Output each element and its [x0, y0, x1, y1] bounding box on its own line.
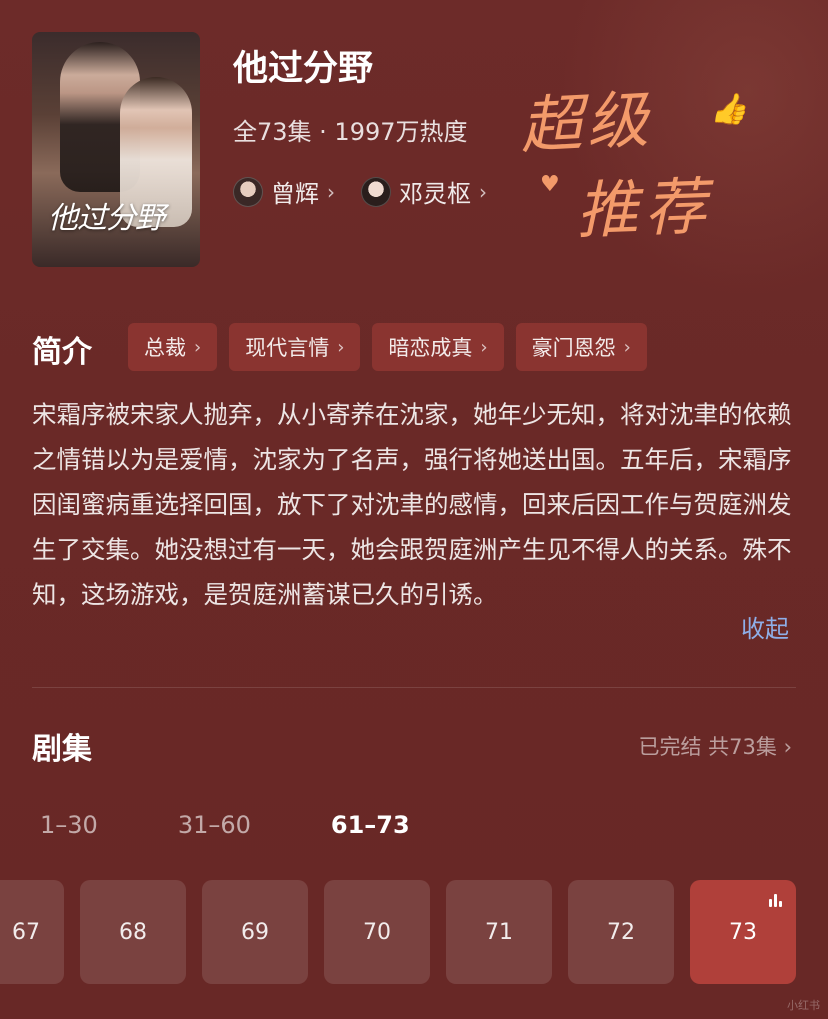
synopsis-text: 宋霜序被宋家人抛弃，从小寄养在沈家，她年少无知，将对沈聿的依赖之情错以为是爱情，…	[32, 400, 792, 609]
cast-name: 曾辉	[271, 180, 319, 208]
tab-range-2[interactable]: 31–60	[178, 811, 251, 839]
drama-title: 他过分野	[233, 49, 374, 89]
poster-title: 他过分野	[48, 201, 165, 236]
episode-button[interactable]: 72	[568, 880, 674, 984]
drama-poster[interactable]: 他过分野	[32, 32, 200, 267]
handwritten-annotation: 超级 👍 ♥ 推荐	[518, 72, 760, 248]
tag-label: 豪门恩怨	[531, 336, 616, 360]
tab-range-1[interactable]: 1–30	[40, 811, 98, 839]
episode-button[interactable]: 68	[80, 880, 186, 984]
cast-item[interactable]: 曾辉 ›	[233, 174, 335, 209]
tag-label: 总裁	[144, 336, 186, 360]
episode-number: 67	[12, 919, 40, 945]
collapse-link[interactable]: 收起	[741, 609, 789, 644]
heart-icon: ♥	[540, 172, 560, 197]
tab-range-3[interactable]: 61–73	[331, 811, 410, 839]
episode-number: 71	[485, 919, 513, 945]
episode-number: 70	[363, 919, 391, 945]
tag-label: 现代言情	[245, 336, 330, 360]
episode-button[interactable]: 71	[446, 880, 552, 984]
episode-number: 68	[119, 919, 147, 945]
drama-meta: 全73集 · 1997万热度	[233, 118, 468, 146]
episode-number: 69	[241, 919, 269, 945]
watermark: 小红书	[787, 999, 820, 1012]
intro-heading: 简介	[32, 335, 92, 370]
tag-item[interactable]: 现代言情 ›	[229, 323, 361, 371]
tag-list: 总裁 › 现代言情 › 暗恋成真 › 豪门恩怨 ›	[128, 323, 647, 371]
cast-item[interactable]: 邓灵枢 ›	[361, 174, 487, 209]
episodes-status: 已完结 共73集	[638, 735, 777, 759]
episode-button[interactable]: 67	[0, 880, 64, 984]
now-playing-icon	[769, 894, 782, 907]
chevron-right-icon: ›	[194, 336, 202, 358]
episode-button[interactable]: 69	[202, 880, 308, 984]
tag-item[interactable]: 总裁 ›	[128, 323, 218, 371]
handwriting-line-2: 推荐	[574, 169, 714, 248]
episode-range-tabs: 1–30 31–60 61–73	[40, 811, 490, 839]
chevron-right-icon: ›	[479, 179, 487, 204]
cast-list: 曾辉 › 邓灵枢 ›	[233, 174, 487, 209]
avatar	[361, 176, 391, 207]
episode-number: 72	[607, 919, 635, 945]
episode-list: 67 68 69 70 71 72 73	[0, 880, 828, 986]
episodes-heading: 剧集	[32, 732, 92, 767]
chevron-right-icon: ›	[783, 735, 792, 759]
avatar	[233, 176, 263, 207]
tag-item[interactable]: 暗恋成真 ›	[372, 323, 504, 371]
episodes-status-link[interactable]: 已完结 共73集 ›	[639, 731, 793, 761]
cast-name: 邓灵枢	[399, 180, 471, 208]
tag-item[interactable]: 豪门恩怨 ›	[515, 323, 647, 371]
chevron-right-icon: ›	[480, 336, 488, 358]
handwriting-line-1: 超级	[518, 82, 655, 163]
episode-button-current[interactable]: 73	[690, 880, 796, 984]
chevron-right-icon: ›	[327, 179, 335, 204]
episode-button[interactable]: 70	[324, 880, 430, 984]
chevron-right-icon: ›	[623, 336, 631, 358]
divider	[32, 687, 796, 688]
chevron-right-icon: ›	[337, 336, 345, 358]
tag-label: 暗恋成真	[388, 336, 473, 360]
episode-number: 73	[729, 919, 757, 945]
thumbs-up-icon: 👍	[710, 92, 748, 127]
